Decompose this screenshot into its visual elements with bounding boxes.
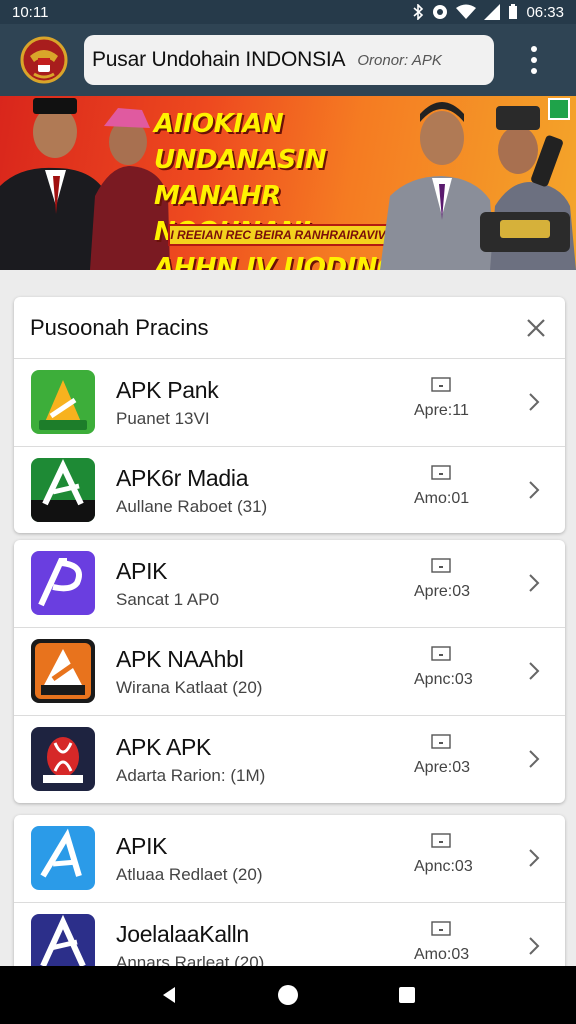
window-icon [431,921,451,936]
chevron-right-icon[interactable] [528,936,540,956]
app-subtitle: Aullane Raboet (31) [116,497,268,516]
app-subtitle: Sancat 1 AP0 [116,590,220,609]
official-figure-left [0,98,170,270]
app-meta: Apnc:03 [414,671,473,688]
close-icon[interactable] [525,317,547,339]
apk-app-icon [31,727,95,791]
list-item[interactable]: APK NAAhbl Wirana Katlaat (20) Apnc:03 [14,628,565,716]
back-icon[interactable] [159,985,179,1005]
chevron-right-icon[interactable] [528,392,540,412]
window-icon [431,377,451,392]
battery-icon [509,4,518,19]
list-item[interactable]: APK6r Madia Aullane Raboet (31) Amo:01 [14,447,565,533]
list-item[interactable]: APK APK Adarta Rarion: (1M) Apre:03 [14,716,565,803]
app-subtitle: Puanet 13VI [116,409,210,428]
app-meta: Apnc:03 [414,858,473,875]
app-meta: Amo:03 [414,946,470,963]
app-subtitle: Atluaa Redlaet (20) [116,865,263,884]
chevron-right-icon[interactable] [528,480,540,500]
apps-card-primary: Pusoonah Pracins APK Pank Puanet 13VI Ap… [14,297,565,533]
status-bar: 10:11 06:33 [0,0,576,24]
list-item[interactable]: APIK Atluaa Redlaet (20) Apnc:03 [14,815,565,903]
app-name: APK APK [116,734,212,760]
app-meta: Apre:03 [414,583,471,600]
chevron-right-icon[interactable] [528,573,540,593]
address-bar[interactable]: Pusar Undohain INDONSIA Oronor: APK [84,35,494,85]
chevron-right-icon[interactable] [528,661,540,681]
status-time: 10:11 [12,3,49,21]
promo-banner[interactable]: AIIOKIAN UNDANASIN MANAHR NOOUNANI AHHN … [0,96,576,270]
window-icon [431,734,451,749]
window-icon [431,646,451,661]
location-icon [433,5,448,19]
app-bar: Pusar Undohain INDONSIA Oronor: APK [0,24,576,96]
app-meta: Apre:11 [414,402,469,419]
list-item[interactable]: APIK Sancat 1 AP0 Apre:03 [14,540,565,628]
apps-card-tertiary: APIK Atluaa Redlaet (20) Apnc:03 Joelala… [14,815,565,985]
signal-icon [484,4,501,20]
chevron-right-icon[interactable] [528,848,540,868]
app-name: APK Pank [116,377,219,403]
apk-app-icon [31,370,95,434]
wifi-icon [456,4,477,19]
overflow-menu-icon[interactable] [522,40,546,80]
chevron-right-icon[interactable] [528,749,540,769]
window-icon [431,465,451,480]
address-title: Pusar Undohain INDONSIA [92,48,346,71]
address-subtitle: Oronor: APK [357,51,442,69]
card-title: Pusoonah Pracins [30,314,209,340]
list-item[interactable]: APK Pank Puanet 13VI Apre:11 [14,359,565,447]
system-nav-bar [0,966,576,1024]
status-icons: 06:33 [412,4,564,21]
window-icon [431,833,451,848]
app-name: APIK [116,833,168,859]
bluetooth-icon [413,4,424,20]
banner-badge-icon [548,98,570,120]
recents-icon[interactable] [397,985,417,1005]
status-clock: 06:33 [526,3,564,21]
app-subtitle: Adarta Rarion: (1M) [116,766,266,785]
apk-app-icon [31,826,95,890]
apps-card-secondary: APIK Sancat 1 AP0 Apre:03 APK NAAhbl Wir… [14,540,565,803]
app-name: APIK [116,558,168,584]
apk-app-icon [31,551,95,615]
apk-app-icon [31,458,95,522]
app-name: JoelalaaKalln [116,921,249,947]
garuda-emblem-icon[interactable] [20,36,68,84]
app-subtitle: Wirana Katlaat (20) [116,678,263,697]
app-meta: Amo:01 [414,490,470,507]
apk-app-icon [31,639,95,703]
card-header: Pusoonah Pracins [14,297,565,359]
banner-tagline: I REEIAN REC BEIRA RANHRAIRAVIV [168,224,388,246]
window-icon [431,558,451,573]
app-name: APK6r Madia [116,465,249,491]
app-name: APK NAAhbl [116,646,244,672]
app-meta: Apre:03 [414,759,471,776]
official-figure-right [380,102,576,270]
home-icon[interactable] [277,984,299,1006]
